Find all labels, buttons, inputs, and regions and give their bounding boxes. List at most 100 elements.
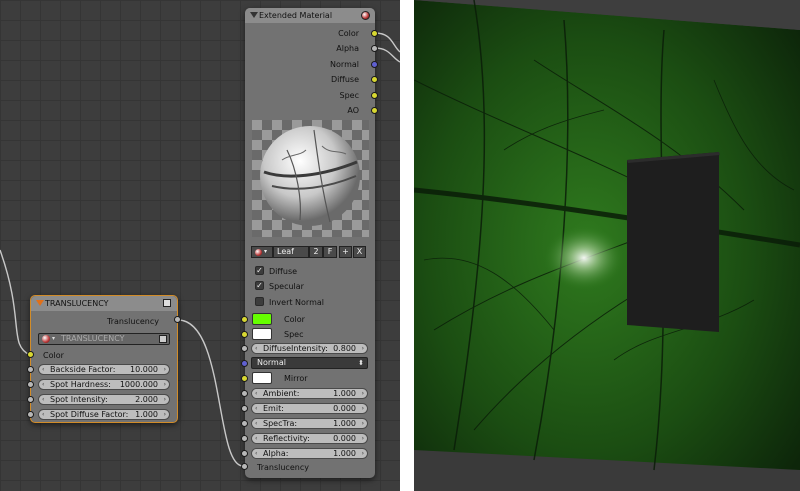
emit-field[interactable]: ‹ Emit: 0.000 › [251, 403, 368, 414]
add-material-button[interactable]: + [339, 246, 352, 258]
material-users-count[interactable]: 2 [309, 246, 323, 258]
reflectivity-field[interactable]: ‹ Reflectivity: 0.000 › [251, 433, 368, 444]
node-editor[interactable]: TRANSLUCENCY Translucency ▾ TRANSLUCENCY… [0, 0, 400, 491]
node-link-icon[interactable] [163, 299, 171, 307]
field-value: 0.000 [333, 434, 356, 443]
input-spectra-socket[interactable] [241, 420, 248, 427]
input-diffuse-intensity-socket[interactable] [241, 345, 248, 352]
translucency-node-header[interactable]: TRANSLUCENCY [31, 296, 177, 311]
output-diffuse-socket[interactable] [371, 76, 378, 83]
spot-hardness-socket[interactable] [27, 381, 34, 388]
input-emit-socket[interactable] [241, 405, 248, 412]
arrow-right-icon[interactable]: › [362, 389, 364, 398]
3d-viewport[interactable] [414, 0, 800, 491]
output-normal-socket[interactable] [371, 61, 378, 68]
field-value: 1.000 [333, 449, 356, 458]
arrow-right-icon[interactable]: › [164, 410, 166, 419]
arrow-right-icon[interactable]: › [164, 380, 166, 389]
arrow-left-icon[interactable]: ‹ [42, 410, 44, 419]
mirror-swatch[interactable] [252, 372, 272, 384]
field-label: Reflectivity: [263, 434, 310, 443]
translucency-node[interactable]: TRANSLUCENCY Translucency ▾ TRANSLUCENCY… [30, 295, 178, 423]
field-value: 10.000 [130, 365, 158, 374]
color-swatch[interactable] [252, 313, 272, 325]
field-value: 1.000 [135, 410, 158, 419]
translucency-color-input-socket[interactable] [27, 351, 34, 358]
alpha-field[interactable]: ‹ Alpha: 1.000 › [251, 448, 368, 459]
diffuse-intensity-field[interactable]: ‹ DiffuseIntensity: 0.800 › [251, 343, 368, 354]
translucency-output-label: Translucency [107, 317, 159, 326]
output-diffuse-label: Diffuse [330, 75, 359, 84]
input-spec-socket[interactable] [241, 331, 248, 338]
output-ao-socket[interactable] [371, 107, 378, 114]
backside-factor-field[interactable]: ‹ Backside Factor: 10.000 › [38, 364, 170, 375]
backside-factor-socket[interactable] [27, 366, 34, 373]
spec-swatch[interactable] [252, 328, 272, 340]
panel-divider [400, 0, 414, 491]
field-label: Emit: [263, 404, 284, 413]
invert-normal-checkbox[interactable] [255, 297, 264, 306]
preview-sphere [260, 126, 360, 226]
specular-checkbox[interactable]: ✓ [255, 281, 264, 290]
material-browse-button[interactable]: ▾ [251, 246, 273, 258]
spot-diffuse-factor-socket[interactable] [27, 411, 34, 418]
arrow-right-icon[interactable]: › [362, 434, 364, 443]
material-ball-icon[interactable] [361, 11, 370, 20]
arrow-left-icon[interactable]: ‹ [255, 389, 257, 398]
ambient-field[interactable]: ‹ Ambient: 1.000 › [251, 388, 368, 399]
spot-intensity-socket[interactable] [27, 396, 34, 403]
output-color-socket[interactable] [371, 30, 378, 37]
extended-material-node-header[interactable]: Extended Material [245, 8, 375, 23]
translucency-texture-select[interactable]: ▾ TRANSLUCENCY [38, 333, 170, 345]
arrow-right-icon[interactable]: › [362, 344, 364, 353]
arrow-left-icon[interactable]: ‹ [255, 449, 257, 458]
material-name-field[interactable]: Leaf [273, 246, 309, 258]
arrow-left-icon[interactable]: ‹ [42, 395, 44, 404]
arrow-right-icon[interactable]: › [362, 449, 364, 458]
arrow-right-icon[interactable]: › [362, 419, 364, 428]
updown-arrow-icon: ⬍ [358, 359, 364, 367]
spot-hardness-field[interactable]: ‹ Spot Hardness: 1000.000 › [38, 379, 170, 390]
arrow-left-icon[interactable]: ‹ [255, 344, 257, 353]
spectra-field[interactable]: ‹ SpecTra: 1.000 › [251, 418, 368, 429]
spot-intensity-field[interactable]: ‹ Spot Intensity: 2.000 › [38, 394, 170, 405]
dropdown-arrow-icon: ▾ [264, 248, 268, 255]
output-spec-socket[interactable] [371, 92, 378, 99]
input-ambient-socket[interactable] [241, 390, 248, 397]
input-translucency-socket[interactable] [241, 463, 248, 470]
input-color-socket[interactable] [241, 316, 248, 323]
diffuse-checkbox[interactable]: ✓ [255, 266, 264, 275]
normal-select-value: Normal [257, 358, 286, 367]
arrow-left-icon[interactable]: ‹ [42, 365, 44, 374]
diffuse-checkbox-label: Diffuse [269, 267, 298, 276]
arrow-left-icon[interactable]: ‹ [255, 419, 257, 428]
input-reflectivity-socket[interactable] [241, 435, 248, 442]
field-label: Spot Diffuse Factor: [50, 410, 129, 419]
input-alpha-socket[interactable] [241, 450, 248, 457]
normal-select[interactable]: Normal ⬍ [251, 357, 368, 369]
material-selector[interactable]: ▾ Leaf 2 F + X [251, 246, 369, 258]
collapse-triangle-icon[interactable] [250, 12, 258, 18]
field-value: 1.000 [333, 419, 356, 428]
arrow-left-icon[interactable]: ‹ [42, 380, 44, 389]
translucency-color-label: Color [43, 351, 64, 360]
field-value: 1000.000 [119, 380, 158, 389]
dropdown-arrow-icon: ▾ [52, 335, 56, 342]
input-mirror-socket[interactable] [241, 375, 248, 382]
collapse-triangle-icon[interactable] [36, 300, 44, 306]
node-tree-icon[interactable] [159, 335, 167, 343]
arrow-right-icon[interactable]: › [164, 365, 166, 374]
color-input-label: Color [284, 315, 305, 324]
arrow-right-icon[interactable]: › [164, 395, 166, 404]
arrow-left-icon[interactable]: ‹ [255, 434, 257, 443]
output-alpha-label: Alpha [336, 44, 359, 53]
arrow-right-icon[interactable]: › [362, 404, 364, 413]
input-normal-socket[interactable] [241, 360, 248, 367]
translucency-output-socket[interactable] [174, 316, 181, 323]
arrow-left-icon[interactable]: ‹ [255, 404, 257, 413]
spot-diffuse-factor-field[interactable]: ‹ Spot Diffuse Factor: 1.000 › [38, 409, 170, 420]
fake-user-button[interactable]: F [323, 246, 337, 258]
output-alpha-socket[interactable] [371, 45, 378, 52]
material-ball-icon [42, 335, 50, 343]
remove-material-button[interactable]: X [353, 246, 366, 258]
